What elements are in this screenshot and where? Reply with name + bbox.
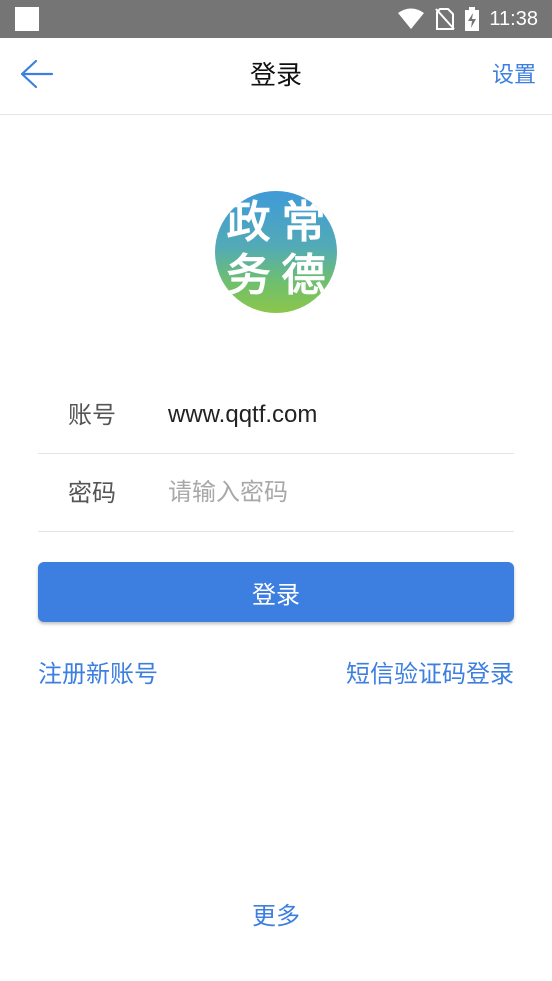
- status-time: 11:38: [489, 7, 538, 30]
- back-button[interactable]: [14, 55, 58, 97]
- password-row: 密码: [38, 455, 514, 532]
- register-link[interactable]: 注册新账号: [38, 654, 158, 694]
- sms-login-link[interactable]: 短信验证码登录: [346, 654, 514, 694]
- password-input[interactable]: [168, 469, 498, 517]
- account-input[interactable]: [168, 391, 498, 439]
- page-title: 登录: [249, 61, 302, 91]
- password-label: 密码: [68, 479, 116, 507]
- logo-char: 务: [226, 250, 271, 301]
- no-sim-icon: [435, 7, 456, 31]
- settings-button[interactable]: 设置: [492, 38, 536, 114]
- app-bar: 登录 设置: [0, 38, 552, 115]
- status-icons: 11:38: [397, 0, 538, 38]
- battery-charging-icon: [465, 7, 480, 31]
- logo-char: 德: [281, 250, 326, 301]
- status-bar: 11:38: [0, 0, 552, 38]
- logo-text: 政 常 务 德: [215, 191, 337, 313]
- logo-char: 政: [226, 197, 271, 248]
- account-row: 账号: [38, 377, 514, 454]
- wifi-icon: [397, 8, 425, 30]
- more-link[interactable]: 更多: [0, 896, 552, 936]
- logo-char: 常: [281, 197, 326, 248]
- notification-square-icon: [15, 7, 39, 31]
- login-button[interactable]: 登录: [38, 562, 514, 622]
- app-logo: 政 常 务 德: [215, 191, 337, 313]
- account-label: 账号: [68, 401, 116, 429]
- arrow-left-icon: [18, 58, 54, 94]
